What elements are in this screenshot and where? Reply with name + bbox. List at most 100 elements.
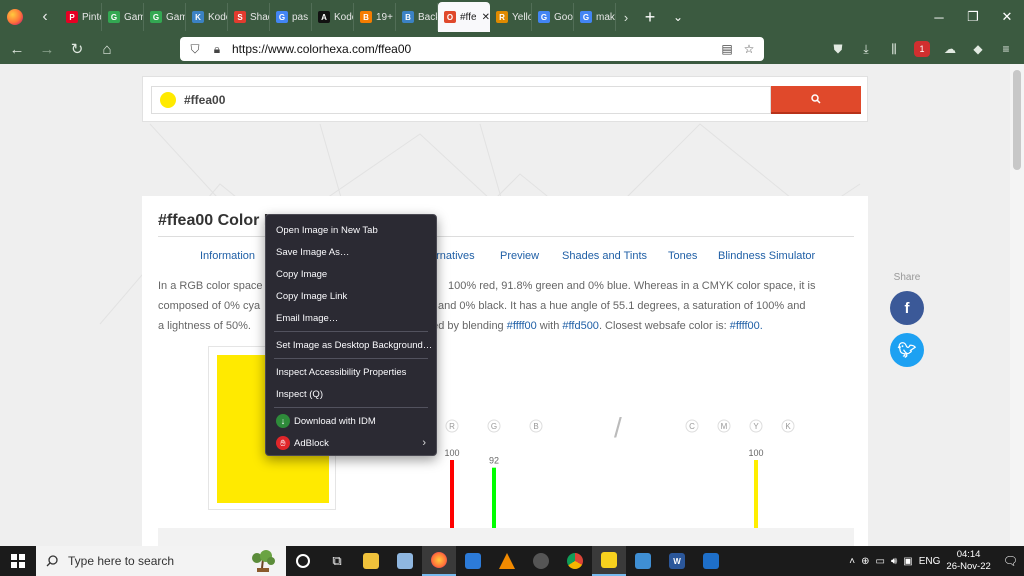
color-link[interactable]: #ffff00. bbox=[730, 320, 763, 332]
browser-tab[interactable]: R Yellov bbox=[490, 3, 532, 31]
language-indicator[interactable]: ENG bbox=[919, 556, 941, 567]
browser-tab[interactable]: G Gamb bbox=[102, 3, 144, 31]
downloads-icon[interactable]: ⤓ bbox=[854, 37, 878, 61]
browser-tab[interactable]: B Backg bbox=[396, 3, 438, 31]
word-button[interactable]: W bbox=[660, 546, 694, 576]
app-button[interactable] bbox=[626, 546, 660, 576]
clock-date: 26-Nov-22 bbox=[946, 561, 991, 572]
library-icon[interactable]: ⫼ bbox=[882, 37, 906, 61]
notifications-icon[interactable]: 🗨︎ bbox=[1003, 554, 1018, 568]
start-button[interactable] bbox=[0, 546, 36, 576]
bookmark-star-icon[interactable]: ☆ bbox=[742, 42, 756, 56]
back-button[interactable]: ← bbox=[4, 36, 30, 62]
menu-item-label: Open Image in New Tab bbox=[276, 224, 378, 236]
cortana-button[interactable] bbox=[286, 546, 320, 576]
search-value[interactable]: #ffea00 bbox=[184, 93, 225, 107]
close-window-button[interactable]: ✕ bbox=[990, 0, 1024, 34]
vlc-button[interactable] bbox=[490, 546, 524, 576]
clock[interactable]: 04:14 26-Nov-22 bbox=[946, 549, 990, 573]
list-all-tabs-icon[interactable]: ⌄ bbox=[664, 10, 692, 24]
browser-tab[interactable]: G Gamb bbox=[144, 3, 186, 31]
menu-inspect-accessibility[interactable]: Inspect Accessibility Properties bbox=[266, 361, 436, 383]
window-controls: ─ ❐ ✕ bbox=[922, 0, 1024, 34]
lock-icon[interactable]: 🔒︎ bbox=[210, 42, 224, 57]
reader-view-icon[interactable]: ▤ bbox=[720, 42, 734, 56]
home-button[interactable]: ⌂ bbox=[94, 36, 120, 62]
photos-button[interactable] bbox=[694, 546, 728, 576]
twitter-share-button[interactable]: 🐦︎ bbox=[890, 333, 924, 367]
menu-email-image[interactable]: Email Image… bbox=[266, 307, 436, 329]
browser-tab[interactable]: Gpas fo bbox=[270, 3, 312, 31]
new-tab-button[interactable]: + bbox=[636, 7, 664, 28]
tab-blindness-simulator[interactable]: Blindness Simulator bbox=[718, 250, 815, 262]
sticky-notes-button[interactable] bbox=[592, 546, 626, 576]
channel-letter: Y bbox=[753, 422, 759, 431]
windows-taskbar: Type here to search ⧉ W ˄ ⊕ ▭ 🔊︎ ▣ ENG 0… bbox=[0, 546, 1024, 576]
chrome-button[interactable] bbox=[558, 546, 592, 576]
menu-copy-image[interactable]: Copy Image bbox=[266, 263, 436, 285]
firefox-taskbar-button[interactable] bbox=[422, 546, 456, 576]
channel-letter: M bbox=[721, 422, 728, 431]
app-button[interactable] bbox=[524, 546, 558, 576]
extension-colorful-icon[interactable]: ◆ bbox=[966, 37, 990, 61]
firefox-icon[interactable] bbox=[0, 0, 30, 34]
tab-information[interactable]: Information bbox=[200, 250, 255, 262]
color-link[interactable]: #ffd500 bbox=[562, 320, 599, 332]
paint-app-button[interactable] bbox=[388, 546, 422, 576]
media-player-button[interactable] bbox=[456, 546, 490, 576]
network-icon[interactable]: ⊕ bbox=[861, 556, 869, 567]
chrome-icon bbox=[567, 553, 583, 569]
reload-button[interactable]: ↻ bbox=[64, 36, 90, 62]
menu-copy-image-link[interactable]: Copy Image Link bbox=[266, 285, 436, 307]
show-hidden-icons-icon[interactable]: ˄ bbox=[849, 556, 855, 567]
tab-tones[interactable]: Tones bbox=[668, 250, 697, 262]
restore-button[interactable]: ❐ bbox=[956, 0, 990, 34]
menu-adblock[interactable]: ✋︎ AdBlock › bbox=[266, 432, 436, 454]
menu-save-image-as[interactable]: Save Image As… bbox=[266, 241, 436, 263]
description-text: In a RGB color space bbox=[158, 280, 263, 292]
scrollbar-thumb[interactable] bbox=[1013, 70, 1021, 170]
address-bar[interactable]: ⛉ 🔒︎ https://www.colorhexa.com/ffea00 ▤ … bbox=[180, 37, 764, 61]
browser-tab[interactable]: P Pinter bbox=[60, 3, 102, 31]
pocket-icon[interactable]: ⛊ bbox=[826, 37, 850, 61]
shade-icon: S bbox=[234, 11, 246, 23]
menu-open-image-new-tab[interactable]: Open Image in New Tab bbox=[266, 219, 436, 241]
tab-shades-and-tints[interactable]: Shades and Tints bbox=[562, 250, 647, 262]
browser-tab[interactable]: A Kode bbox=[312, 3, 354, 31]
file-explorer-button[interactable] bbox=[354, 546, 388, 576]
task-view-button[interactable]: ⧉ bbox=[320, 546, 354, 576]
color-link[interactable]: #ffff00 bbox=[507, 320, 537, 332]
data-label: 92 bbox=[489, 456, 499, 466]
close-tab-icon[interactable]: ✕ bbox=[482, 12, 490, 23]
menu-icon[interactable]: ≡ bbox=[994, 37, 1018, 61]
extension-red-icon[interactable]: 1 bbox=[910, 37, 934, 61]
slash-symbol: / bbox=[614, 412, 622, 443]
menu-inspect[interactable]: Inspect (Q) bbox=[266, 383, 436, 405]
tab-preview[interactable]: Preview bbox=[500, 250, 539, 262]
menu-set-desktop-background[interactable]: Set Image as Desktop Background… bbox=[266, 334, 436, 356]
minimize-button[interactable]: ─ bbox=[922, 0, 956, 34]
browser-tab[interactable]: B 19+ L bbox=[354, 3, 396, 31]
extension-icon[interactable]: ☁ bbox=[938, 37, 962, 61]
battery-icon[interactable]: ▭ bbox=[876, 556, 885, 567]
display-icon[interactable]: ▣ bbox=[903, 556, 912, 567]
facebook-share-button[interactable]: f bbox=[890, 291, 924, 325]
tab-scroll-left-icon[interactable]: ‹ bbox=[30, 0, 60, 34]
search-button[interactable] bbox=[771, 86, 861, 114]
menu-download-with-idm[interactable]: ↓ Download with IDM bbox=[266, 410, 436, 432]
url-text[interactable]: https://www.colorhexa.com/ffea00 bbox=[232, 42, 712, 56]
volume-icon[interactable]: 🔊︎ bbox=[891, 556, 897, 567]
tab-scroll-right-icon[interactable]: › bbox=[616, 10, 636, 25]
browser-tab[interactable]: K Kode bbox=[186, 3, 228, 31]
browser-tab[interactable]: Gmakn bbox=[574, 3, 616, 31]
color-search-input[interactable]: #ffea00 bbox=[151, 86, 771, 114]
taskbar-search-box[interactable]: Type here to search bbox=[36, 546, 286, 576]
shield-icon[interactable]: ⛉ bbox=[188, 42, 202, 57]
submenu-arrow-icon: › bbox=[422, 437, 426, 449]
web-page: #ffea00 #ffea00 Color I Information erna… bbox=[0, 64, 1010, 546]
browser-tab[interactable]: G Googl bbox=[532, 3, 574, 31]
page-scrollbar[interactable] bbox=[1010, 64, 1024, 546]
forward-button[interactable]: → bbox=[34, 36, 60, 62]
browser-tab[interactable]: S Shade bbox=[228, 3, 270, 31]
tab-active[interactable]: O #ffe ✕ bbox=[438, 2, 490, 32]
